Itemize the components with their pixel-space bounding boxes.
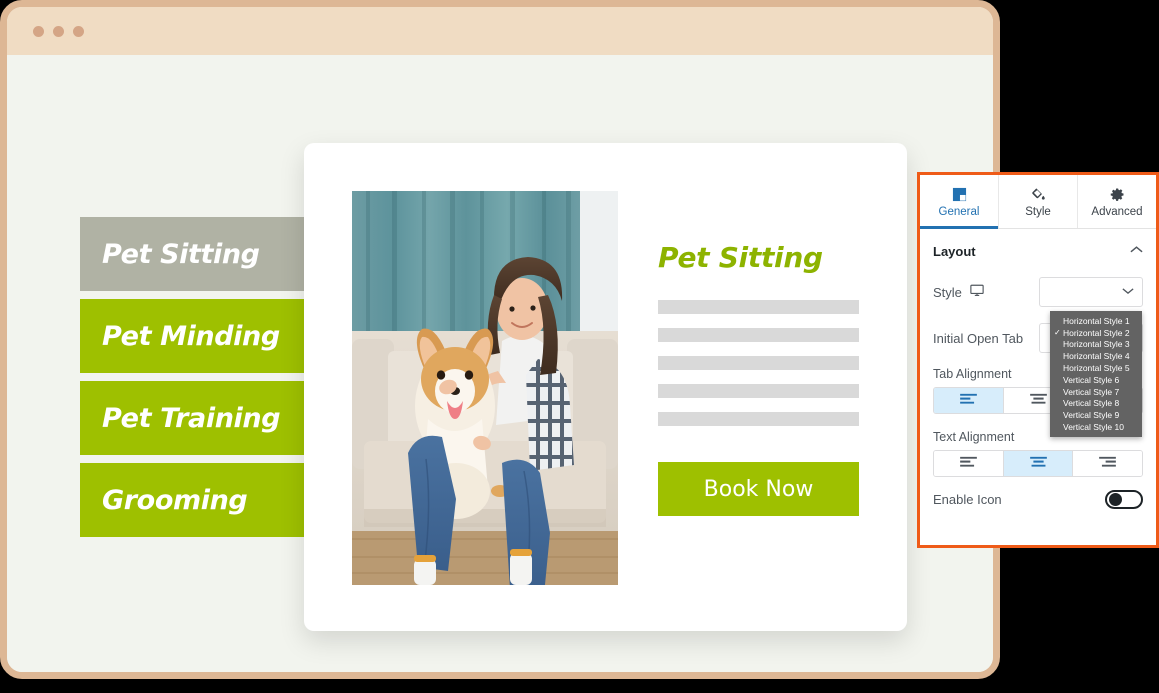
settings-panel: General Style Advanced Layout Style Init… bbox=[917, 172, 1159, 548]
align-center-icon bbox=[1029, 455, 1048, 473]
tab-advanced[interactable]: Advanced bbox=[1078, 175, 1156, 228]
dropdown-option[interactable]: Horizontal Style 4 bbox=[1050, 350, 1142, 362]
tab-pet-minding[interactable]: Pet Minding bbox=[80, 299, 312, 373]
tab-style[interactable]: Style bbox=[999, 175, 1078, 228]
dropdown-option[interactable]: Vertical Style 9 bbox=[1050, 409, 1142, 421]
tab-advanced-label: Advanced bbox=[1091, 205, 1143, 218]
text-placeholder-line bbox=[658, 356, 859, 370]
align-left-icon bbox=[959, 455, 978, 473]
dropdown-option-label: Horizontal Style 5 bbox=[1063, 363, 1130, 374]
window-minimize-dot[interactable] bbox=[53, 25, 64, 37]
dropdown-option[interactable]: Vertical Style 8 bbox=[1050, 398, 1142, 410]
text-align-left-button[interactable] bbox=[934, 451, 1004, 476]
browser-viewport: Pet Sitting Pet Minding Pet Training Gro… bbox=[7, 55, 993, 672]
tab-content-card: Pet Sitting Book Now bbox=[304, 143, 907, 631]
window-close-dot[interactable] bbox=[33, 25, 44, 37]
desktop-icon[interactable] bbox=[970, 284, 984, 300]
dropdown-option-label: Vertical Style 10 bbox=[1063, 422, 1124, 433]
pet-sitting-photo bbox=[352, 191, 618, 585]
tab-pet-sitting[interactable]: Pet Sitting bbox=[80, 217, 312, 291]
tab-label: Pet Training bbox=[102, 402, 281, 434]
initial-open-tab-label: Initial Open Tab bbox=[933, 330, 1024, 346]
align-right-icon bbox=[1098, 455, 1117, 473]
dropdown-option-selected[interactable]: ✓ Horizontal Style 2 bbox=[1050, 327, 1142, 339]
style-field-label-wrap: Style bbox=[933, 284, 984, 300]
gear-icon bbox=[1110, 186, 1125, 203]
dropdown-option-label: Horizontal Style 3 bbox=[1063, 339, 1130, 350]
tab-label: Pet Minding bbox=[102, 320, 280, 352]
dropdown-option-label: Vertical Style 8 bbox=[1063, 398, 1120, 409]
section-title: Layout bbox=[933, 243, 976, 259]
style-field-row: Style bbox=[933, 269, 1143, 315]
text-placeholder-line bbox=[658, 300, 859, 314]
window-maximize-dot[interactable] bbox=[73, 25, 84, 37]
dropdown-option-label: Vertical Style 7 bbox=[1063, 386, 1120, 397]
toggle-knob bbox=[1109, 492, 1122, 506]
align-center-icon bbox=[1029, 392, 1048, 410]
panel-body: Layout Style Initial Open Tab Tab Alignm… bbox=[920, 233, 1156, 521]
text-placeholder-line bbox=[658, 328, 859, 342]
dropdown-option[interactable]: Horizontal Style 1 bbox=[1050, 315, 1142, 327]
dropdown-option-label: Horizontal Style 2 bbox=[1063, 327, 1130, 338]
chevron-down-icon bbox=[1122, 286, 1134, 298]
dropdown-option-label: Horizontal Style 1 bbox=[1063, 315, 1130, 326]
dropdown-option[interactable]: Horizontal Style 3 bbox=[1050, 339, 1142, 351]
align-left-icon bbox=[959, 392, 978, 410]
tab-general[interactable]: General bbox=[920, 175, 999, 229]
tab-detail-column: Pet Sitting Book Now bbox=[658, 191, 859, 583]
pet-service-tab-list: Pet Sitting Pet Minding Pet Training Gro… bbox=[80, 217, 312, 545]
layout-icon bbox=[952, 186, 967, 203]
style-field-label: Style bbox=[933, 284, 962, 300]
tab-label: Pet Sitting bbox=[102, 238, 260, 270]
dropdown-option[interactable]: Vertical Style 6 bbox=[1050, 374, 1142, 386]
chevron-up-icon[interactable] bbox=[1130, 245, 1143, 257]
panel-tab-bar: General Style Advanced bbox=[920, 175, 1156, 229]
content-title: Pet Sitting bbox=[658, 241, 823, 274]
book-now-button[interactable]: Book Now bbox=[658, 462, 859, 516]
photo-illustration bbox=[352, 191, 618, 585]
dropdown-option-label: Vertical Style 6 bbox=[1063, 374, 1120, 385]
text-alignment-group bbox=[933, 450, 1143, 477]
dropdown-option[interactable]: Vertical Style 7 bbox=[1050, 386, 1142, 398]
dropdown-option-label: Horizontal Style 4 bbox=[1063, 351, 1130, 362]
text-placeholder-line bbox=[658, 384, 859, 398]
paint-bucket-icon bbox=[1030, 186, 1046, 203]
layout-style-dropdown-menu: Horizontal Style 1 ✓ Horizontal Style 2 H… bbox=[1050, 311, 1142, 437]
tab-pet-training[interactable]: Pet Training bbox=[80, 381, 312, 455]
screenshot-root: Pet Sitting Pet Minding Pet Training Gro… bbox=[0, 0, 1159, 693]
layout-section-header[interactable]: Layout bbox=[933, 233, 1143, 269]
text-placeholder-line bbox=[658, 412, 859, 426]
text-align-center-button[interactable] bbox=[1003, 451, 1074, 476]
enable-icon-label: Enable Icon bbox=[933, 491, 1002, 507]
browser-window: Pet Sitting Pet Minding Pet Training Gro… bbox=[0, 0, 1000, 679]
check-icon: ✓ bbox=[1054, 328, 1061, 338]
text-align-right-button[interactable] bbox=[1073, 451, 1142, 476]
enable-icon-row: Enable Icon bbox=[933, 477, 1143, 521]
browser-titlebar bbox=[7, 7, 993, 55]
tab-grooming[interactable]: Grooming bbox=[80, 463, 312, 537]
tab-style-label: Style bbox=[1025, 205, 1051, 218]
dropdown-option[interactable]: Horizontal Style 5 bbox=[1050, 362, 1142, 374]
tab-general-label: General bbox=[938, 205, 980, 218]
dropdown-option[interactable]: Vertical Style 10 bbox=[1050, 421, 1142, 433]
tab-label: Grooming bbox=[102, 484, 248, 516]
style-select[interactable] bbox=[1039, 277, 1143, 307]
enable-icon-toggle[interactable] bbox=[1105, 489, 1143, 509]
dropdown-option-label: Vertical Style 9 bbox=[1063, 410, 1120, 421]
tab-align-left-button[interactable] bbox=[934, 388, 1004, 413]
